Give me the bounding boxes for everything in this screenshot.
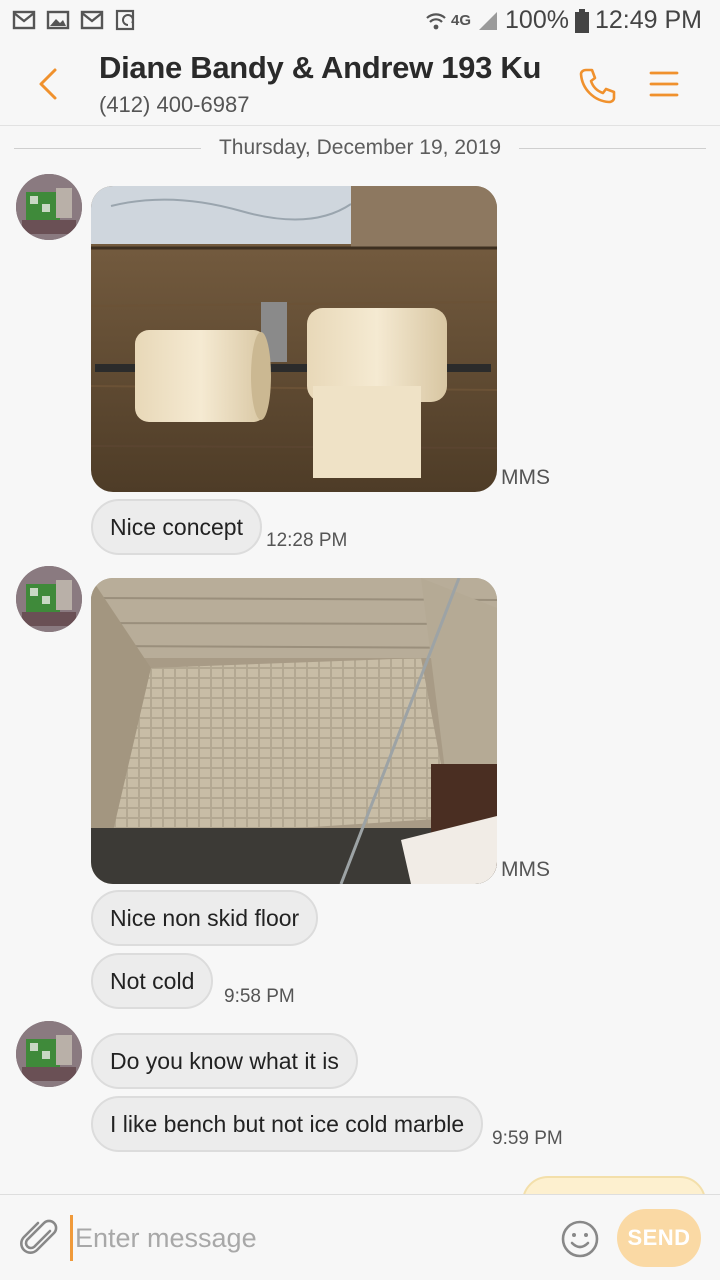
message-time: 9:58 PM: [224, 986, 295, 1007]
message-bubble[interactable]: Nice non skid floor: [91, 890, 319, 946]
mail-icon: [12, 10, 36, 30]
paperclip-icon[interactable]: [20, 1217, 60, 1259]
divider-line: [519, 147, 707, 149]
mms-photo-shower-floor[interactable]: [91, 578, 497, 884]
wifi-icon: [426, 12, 446, 29]
emoji-icon[interactable]: [560, 1219, 600, 1259]
battery-icon: [574, 8, 589, 33]
network-type: 4G: [451, 12, 472, 29]
message-bubble[interactable]: I like bench but not ice cold marble: [91, 1096, 484, 1152]
message-bubble[interactable]: Not cold: [91, 953, 214, 1009]
calendar-sync-icon: [115, 9, 135, 31]
send-button[interactable]: SEND: [617, 1209, 701, 1267]
picture-icon: [46, 10, 70, 30]
contact-avatar[interactable]: [16, 566, 82, 632]
message-bubble[interactable]: Do you know what it is: [91, 1033, 358, 1089]
clock: 12:49 PM: [594, 6, 702, 34]
signal-icon: [479, 11, 498, 30]
mms-photo-toilet-paper[interactable]: [91, 186, 497, 492]
message-time: 9:59 PM: [492, 1128, 563, 1149]
message-input[interactable]: [70, 1215, 540, 1261]
message-bubble[interactable]: Nice concept: [91, 499, 262, 555]
mail-icon: [80, 10, 104, 30]
message-time: 12:28 PM: [266, 530, 348, 551]
conversation-header: Diane Bandy & Andrew 193 Ku (412) 400-69…: [0, 42, 720, 126]
battery-level: 100%: [505, 6, 569, 34]
notification-icons: [12, 9, 138, 31]
divider-line: [14, 147, 201, 149]
date-divider: Thursday, December 19, 2019: [14, 132, 707, 164]
contact-phone: (412) 400-6987: [99, 92, 250, 117]
back-arrow-icon[interactable]: [28, 62, 68, 106]
contact-avatar[interactable]: [16, 174, 82, 240]
date-label: Thursday, December 19, 2019: [218, 136, 502, 159]
composer-bar: SEND: [0, 1194, 720, 1280]
phone-icon[interactable]: [576, 64, 618, 106]
mms-tag: MMS: [501, 466, 550, 489]
menu-icon[interactable]: [646, 66, 682, 102]
mms-tag: MMS: [501, 858, 550, 881]
status-bar: 4G 100% 12:49 PM: [0, 0, 720, 42]
system-status: 4G 100% 12:49 PM: [425, 6, 702, 35]
contact-avatar[interactable]: [16, 1021, 82, 1087]
contact-title: Diane Bandy & Andrew 193 Ku: [99, 50, 542, 85]
